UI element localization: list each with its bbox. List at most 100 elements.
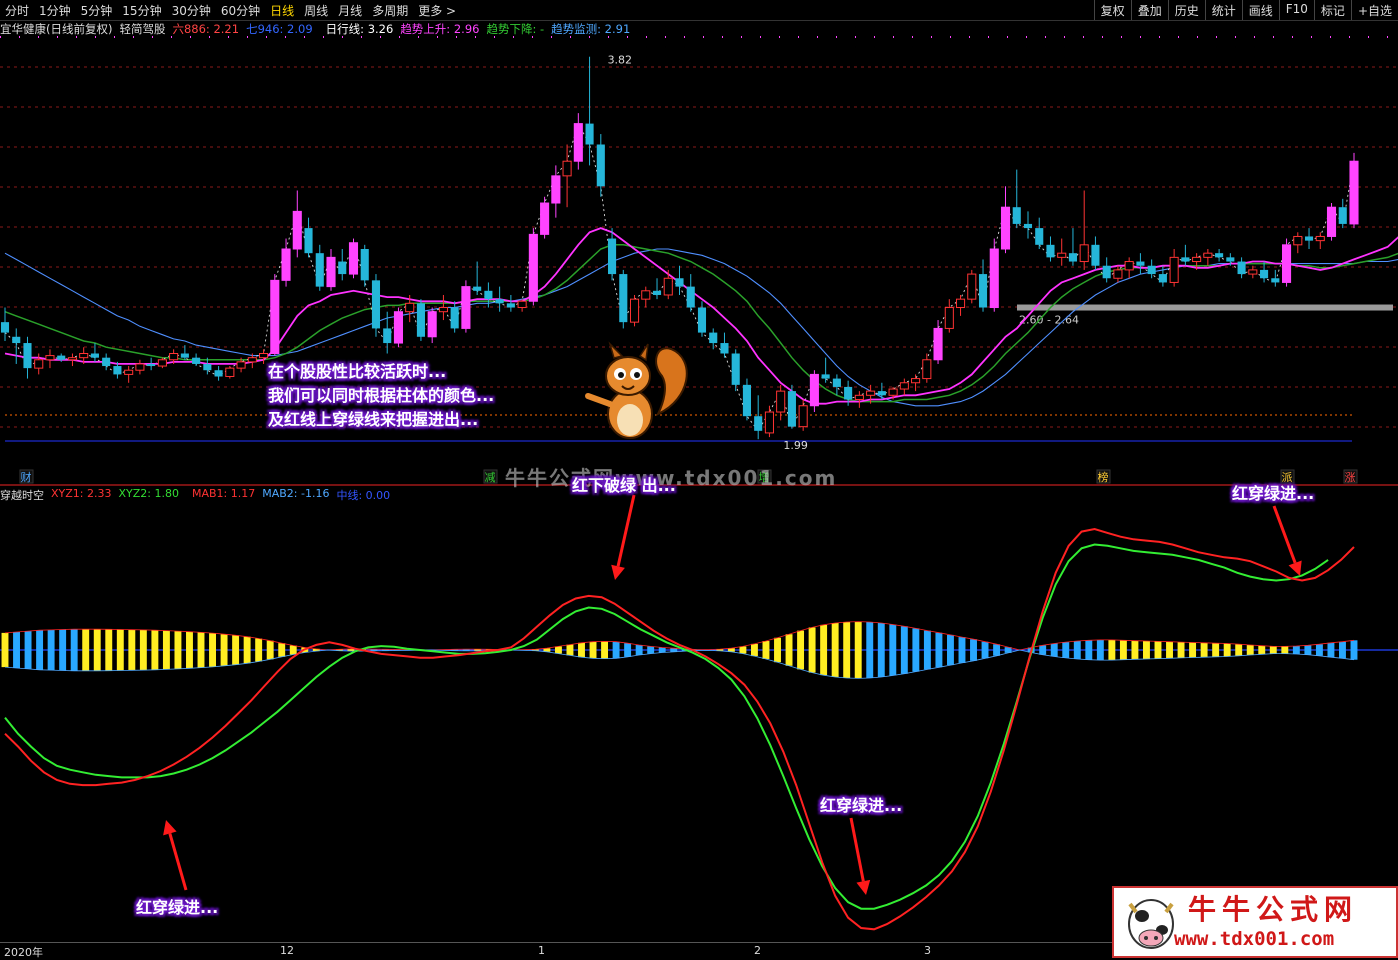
- squirrel-tail: [655, 347, 688, 417]
- logo-url: www.tdx001.com: [1174, 928, 1335, 950]
- candle-body: [438, 307, 448, 313]
- candle-body: [675, 278, 684, 287]
- candle-body: [1079, 244, 1089, 263]
- candle-body: [619, 274, 628, 323]
- candle-body: [12, 336, 21, 344]
- candle-body: [1226, 257, 1235, 262]
- entry-signal-label: 红穿绿进...: [136, 898, 219, 917]
- candle-body: [34, 359, 44, 369]
- candle-body: [832, 378, 841, 387]
- candle-body: [641, 290, 651, 300]
- candle-body: [315, 253, 324, 287]
- candle-body: [427, 311, 437, 338]
- candle-body: [450, 307, 459, 329]
- event-marker-label: 减: [485, 471, 496, 484]
- candle-body: [911, 378, 921, 384]
- squirrel-pupil: [618, 372, 624, 378]
- candle-body: [67, 357, 77, 361]
- candle-body: [405, 302, 415, 313]
- support-band: [1017, 304, 1393, 311]
- candle-body: [23, 343, 32, 369]
- entry-signal-label: 红穿绿进...: [1232, 484, 1315, 503]
- candle-body: [1192, 256, 1202, 263]
- candle-body: [1315, 235, 1325, 242]
- squirrel-pupil: [634, 372, 640, 378]
- candle-body: [79, 353, 89, 359]
- signal-arrow: [616, 494, 636, 567]
- candle-body: [877, 391, 886, 396]
- candle-body: [1293, 235, 1303, 246]
- candle-body: [259, 353, 269, 359]
- signal-arrow-head: [611, 564, 625, 580]
- sub-indicator-header: 穿越时空 XYZ1: 2.33 XYZ2: 1.80 MAB1: 1.17 MA…: [0, 487, 397, 502]
- candle-body: [944, 307, 954, 329]
- candle-body: [124, 369, 134, 375]
- candle-body: [989, 248, 999, 309]
- candle-body: [360, 249, 369, 281]
- candle-body: [787, 391, 796, 427]
- histogram-outline-bottom: [4, 649, 1355, 679]
- candle-body: [517, 300, 527, 309]
- candle-body: [147, 363, 156, 367]
- candle-body: [888, 388, 898, 396]
- candle-body: [1215, 253, 1224, 258]
- candle-body: [1304, 236, 1314, 241]
- sub-indicator-value: MAB1: 1.17: [191, 487, 256, 500]
- candle-body: [348, 242, 359, 275]
- date-label: 3: [924, 944, 931, 957]
- date-label: 12: [280, 944, 294, 957]
- candle-body: [495, 299, 504, 304]
- candle-body: [551, 175, 561, 204]
- entry-signal-label: 红穿绿进...: [820, 796, 903, 815]
- candle-body: [573, 123, 583, 162]
- candle-body: [304, 228, 313, 254]
- candle-body: [416, 303, 425, 337]
- candle-body: [236, 361, 246, 369]
- candle-body: [629, 298, 640, 323]
- candle-body: [821, 374, 830, 379]
- site-logo: 牛牛公式网 www.tdx001.com: [1112, 886, 1398, 958]
- sub-indicator-name[interactable]: 穿越时空: [0, 487, 44, 502]
- candle-body: [967, 273, 977, 300]
- candle-body: [1057, 252, 1067, 258]
- candle-body: [1136, 261, 1145, 266]
- candle-body: [528, 233, 538, 302]
- candle-body: [1046, 244, 1055, 258]
- candle-body: [203, 363, 212, 371]
- signal-arrow-head: [163, 820, 177, 836]
- candle-body: [192, 357, 201, 364]
- squirrel-belly: [617, 404, 643, 436]
- candle-body: [955, 298, 966, 309]
- candle-body: [1091, 244, 1100, 266]
- candle-body: [922, 359, 932, 380]
- squirrel-arm: [585, 393, 613, 407]
- candle-body: [1203, 252, 1213, 258]
- exit-signal-label: 红下破绿 出...: [572, 476, 676, 495]
- candle-body: [1012, 207, 1021, 224]
- candle-body: [90, 353, 99, 358]
- candle-body: [1113, 269, 1123, 279]
- candle-body: [1260, 269, 1269, 279]
- date-label: 2: [754, 944, 761, 957]
- candle-body: [1102, 265, 1111, 279]
- signal-arrow: [849, 817, 865, 882]
- candle-body: [1248, 269, 1258, 275]
- candle-body: [57, 355, 66, 360]
- signal-arrow-head: [856, 879, 871, 895]
- candle-body: [709, 332, 718, 344]
- event-marker-label: 涨: [1345, 471, 1356, 484]
- candle-body: [899, 382, 909, 390]
- candle-body: [0, 322, 10, 333]
- candle-body: [776, 390, 786, 413]
- candle-body: [754, 416, 763, 431]
- sub-indicator-value: XYZ2: 1.80: [118, 487, 179, 500]
- price-high-label: 3.82: [608, 54, 633, 67]
- candle-body: [1147, 265, 1156, 275]
- candle-body: [1282, 244, 1292, 283]
- candle-body: [326, 256, 336, 288]
- candle-body: [281, 248, 291, 281]
- candle-body: [270, 279, 280, 355]
- candle-body: [1023, 223, 1033, 229]
- candle-body: [809, 373, 819, 407]
- candle-body: [135, 363, 145, 371]
